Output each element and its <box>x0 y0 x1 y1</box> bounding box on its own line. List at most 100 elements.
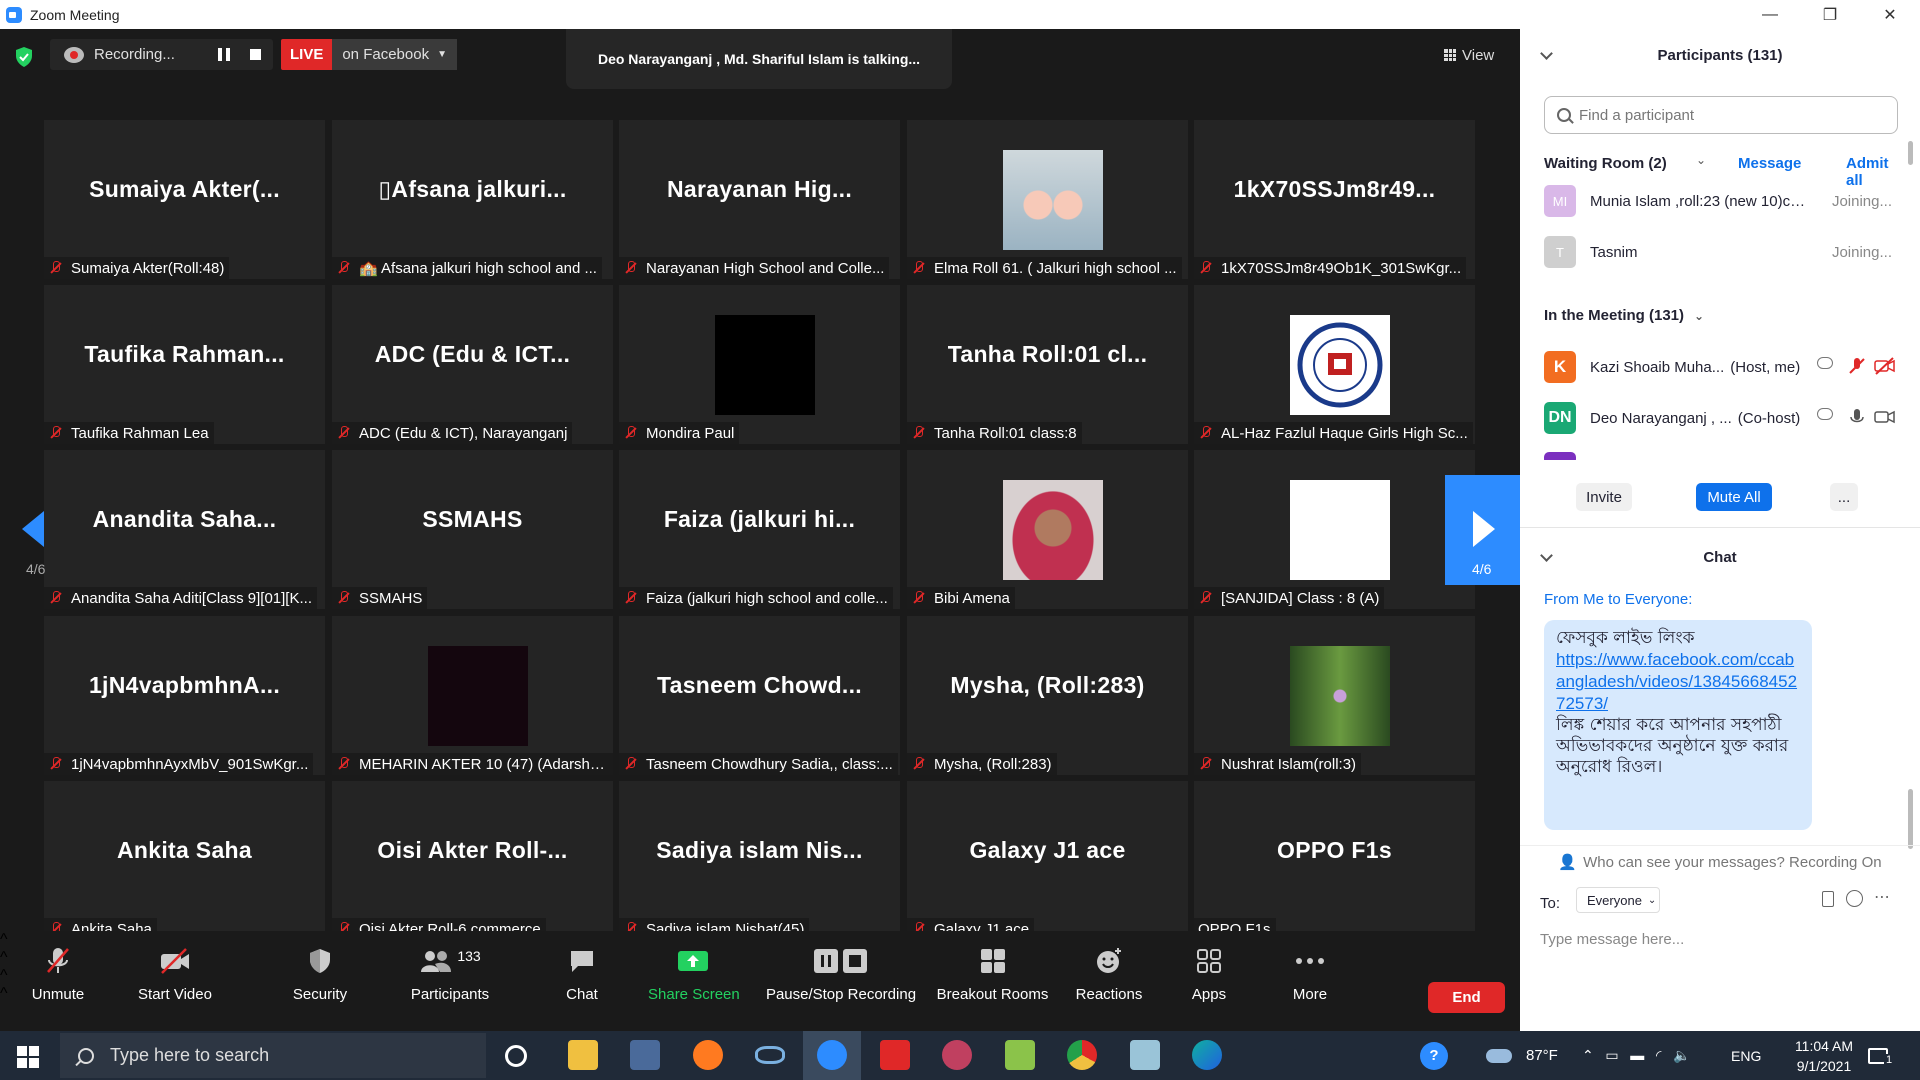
view-button[interactable]: View <box>1444 39 1504 71</box>
help-icon[interactable]: ? <box>1420 1031 1448 1080</box>
clock[interactable]: 11:04 AM 9/1/2021 <box>1776 1031 1872 1080</box>
security-shield-icon <box>310 949 330 973</box>
file-icon[interactable] <box>1822 891 1834 907</box>
video-tile[interactable]: Nushrat Islam(roll:3) <box>1194 616 1475 775</box>
waiting-room-header: Waiting Room (2) ⌄ Message Admit all <box>1544 153 1904 189</box>
mic-icon[interactable] <box>1848 408 1866 426</box>
notepad-icon[interactable] <box>1130 1040 1160 1070</box>
notification-center[interactable]: 1 <box>1868 1031 1895 1080</box>
live-stream-indicator[interactable]: LIVE on Facebook ▼ <box>281 39 457 70</box>
meeting-participant-row[interactable]: DN Deo Narayanganj , ... (Co-host) <box>1544 398 1896 438</box>
unmute-button[interactable]: Unmute <box>20 941 96 1021</box>
video-icon[interactable] <box>1874 408 1896 426</box>
next-page-button[interactable]: 4/6 <box>1445 475 1520 585</box>
weather-icon[interactable] <box>1486 1031 1512 1080</box>
media-app-icon[interactable] <box>1005 1040 1035 1070</box>
edge-icon[interactable] <box>1192 1040 1222 1070</box>
in-meeting-header[interactable]: In the Meeting (131) ⌄ <box>1544 307 1704 324</box>
chat-to[interactable]: Everyone: <box>1625 591 1693 608</box>
facebook-live-link[interactable]: https://www.facebook.com/ccabangladesh/v… <box>1556 650 1797 713</box>
emoji-icon[interactable] <box>1846 890 1863 907</box>
minimize-button[interactable]: — <box>1740 0 1800 29</box>
video-tile[interactable]: Oisi Akter Roll-... Oisi Akter Roll-6 com… <box>332 781 613 940</box>
video-tile[interactable]: 1jN4vapbmhnA... 1jN4vapbmhnAyxMbV_901SwKg… <box>44 616 325 775</box>
temperature[interactable]: 87°F <box>1526 1031 1558 1080</box>
meeting-participant-row[interactable]: K Kazi Shoaib Muha... (Host, me) <box>1544 347 1896 387</box>
close-button[interactable]: ✕ <box>1860 0 1920 29</box>
video-tile[interactable]: AL-Haz Fazlul Haque Girls High Sc... <box>1194 285 1475 444</box>
chat-button[interactable]: Chat <box>562 941 602 1021</box>
stop-recording-icon[interactable] <box>250 49 261 60</box>
windows-start-button[interactable] <box>17 1046 39 1068</box>
video-tile[interactable]: SSMAHS SSMAHS <box>332 450 613 609</box>
video-tile[interactable]: Faiza (jalkuri hi... Faiza (jalkuri high … <box>619 450 900 609</box>
tile-caption-text: Nushrat Islam(roll:3) <box>1221 755 1357 773</box>
video-tile[interactable]: 1kX70SSJm8r49... 1kX70SSJm8r49Ob1K_301SwK… <box>1194 120 1475 279</box>
encryption-shield-icon[interactable] <box>14 46 36 68</box>
taskbar-search-box[interactable]: Type here to search <box>60 1033 486 1078</box>
video-tile[interactable]: Mysha, (Roll:283) Mysha, (Roll:283) <box>907 616 1188 775</box>
participant-search-input[interactable]: Find a participant <box>1544 96 1898 134</box>
video-tile[interactable]: Mondira Paul <box>619 285 900 444</box>
video-tile[interactable]: Sadiya islam Nis... Sadiya islam Nishat(4… <box>619 781 900 940</box>
who-can-see-notice[interactable]: 👤 Who can see your messages? Recording On <box>1520 853 1920 871</box>
paint-icon[interactable] <box>942 1040 972 1070</box>
start-video-button[interactable]: Start Video <box>132 941 218 1021</box>
file-explorer-icon[interactable] <box>568 1040 598 1070</box>
message-waiting-button[interactable]: Message <box>1738 155 1801 172</box>
video-tile[interactable]: OPPO F1s OPPO F1s <box>1194 781 1475 940</box>
mic-muted-icon[interactable] <box>1848 357 1866 375</box>
firefox-icon[interactable] <box>693 1040 723 1070</box>
reactions-button[interactable]: Reactions <box>1072 941 1146 1021</box>
participants-scrollbar[interactable] <box>1908 141 1913 165</box>
video-tile[interactable]: [SANJIDA] Class : 8 (A) <box>1194 450 1475 609</box>
waiting-room-title[interactable]: Waiting Room (2) <box>1544 155 1667 172</box>
video-tile[interactable]: Ankita Saha Ankita Saha <box>44 781 325 940</box>
task-view-icon[interactable] <box>505 1045 527 1067</box>
chevron-down-icon[interactable]: ⌄ <box>1696 153 1706 167</box>
mute-all-button[interactable]: Mute All <box>1696 483 1772 511</box>
waiting-participant-row[interactable]: T Tasnim Joining... <box>1544 232 1894 272</box>
chat-scrollbar[interactable] <box>1908 789 1913 849</box>
security-button[interactable]: Security <box>285 941 355 1021</box>
anydesk-icon[interactable] <box>880 1040 910 1070</box>
video-tile[interactable]: Sumaiya Akter(... Sumaiya Akter(Roll:48) <box>44 120 325 279</box>
video-off-icon[interactable] <box>1874 357 1896 375</box>
video-tile[interactable]: MEHARIN AKTER 10 (47) (Adarsha... <box>332 616 613 775</box>
video-tile[interactable]: Galaxy J1 ace Galaxy J1 ace <box>907 781 1188 940</box>
breakout-rooms-button[interactable]: Breakout Rooms <box>935 941 1050 1021</box>
participant-role: (Co-host) <box>1737 409 1801 427</box>
store-icon[interactable] <box>630 1040 660 1070</box>
chat-message-input[interactable]: Type message here... <box>1540 931 1684 948</box>
share-screen-button[interactable]: Share Screen <box>648 941 740 1021</box>
pause-stop-recording-button[interactable]: Pause/Stop Recording <box>765 941 917 1021</box>
collapse-participants-icon[interactable] <box>1540 47 1553 60</box>
video-tile[interactable]: Anandita Saha... Anandita Saha Aditi[Clas… <box>44 450 325 609</box>
video-tile[interactable]: Narayanan Hig... Narayanan High School an… <box>619 120 900 279</box>
video-tile[interactable]: Tanha Roll:01 cl... Tanha Roll:01 class:8 <box>907 285 1188 444</box>
video-tile[interactable]: Elma Roll 61. ( Jalkuri high school ... <box>907 120 1188 279</box>
participants-button[interactable]: 133 Participants <box>405 941 495 1021</box>
end-meeting-button[interactable]: End <box>1428 982 1505 1013</box>
more-button[interactable]: More <box>1288 941 1332 1021</box>
chrome-icon[interactable] <box>1067 1040 1097 1070</box>
pause-recording-icon[interactable] <box>218 48 230 61</box>
system-tray-icons[interactable]: ⌃ ▭ ▬ ◜ 🔈 <box>1582 1031 1691 1080</box>
previous-page-button[interactable]: 4/6 <box>0 475 75 585</box>
apps-button[interactable]: Apps <box>1188 941 1230 1021</box>
video-tile[interactable]: Tasneem Chowd... Tasneem Chowdhury Sadia,… <box>619 616 900 775</box>
video-tile[interactable]: ADC (Edu & ICT... ADC (Edu & ICT), Naraya… <box>332 285 613 444</box>
infinity-app-icon[interactable] <box>755 1046 785 1064</box>
more-options-button[interactable]: ... <box>1830 483 1858 511</box>
video-tile[interactable]: ▯Afsana jalkuri... 🏫 Afsana jalkuri high … <box>332 120 613 279</box>
collapse-chat-icon[interactable] <box>1540 549 1553 562</box>
recipient-select[interactable]: Everyone ⌄ <box>1576 887 1660 913</box>
maximize-button[interactable]: ❐ <box>1800 0 1860 29</box>
more-chat-options-icon[interactable]: ⋯ <box>1874 887 1890 907</box>
invite-button[interactable]: Invite <box>1576 483 1632 511</box>
video-tile[interactable]: Taufika Rahman... Taufika Rahman Lea <box>44 285 325 444</box>
language-indicator[interactable]: ENG <box>1731 1031 1761 1080</box>
zoom-taskbar-active[interactable] <box>803 1031 861 1080</box>
waiting-participant-row[interactable]: MI Munia Islam ,roll:23 (new 10)co... Join… <box>1544 181 1894 221</box>
video-tile[interactable]: Bibi Amena <box>907 450 1188 609</box>
